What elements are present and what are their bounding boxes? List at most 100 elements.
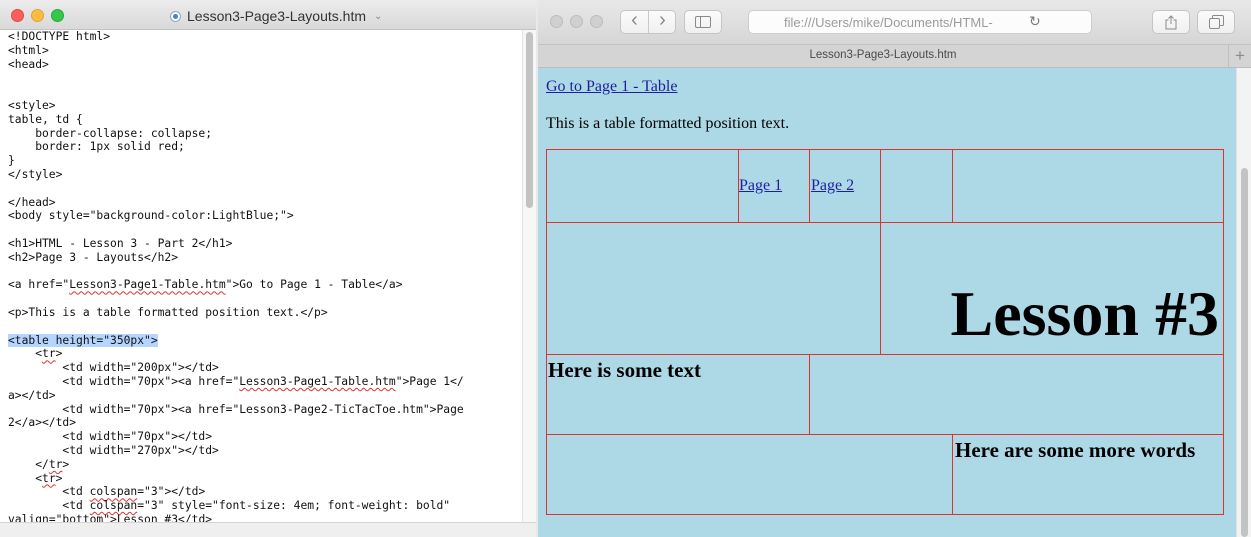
reload-icon[interactable]: ↻ (1029, 13, 1041, 30)
code-token: valign (8, 513, 49, 522)
code-text-area[interactable]: <!DOCTYPE html> <html> <head> <style> table,… (0, 30, 522, 522)
table-cell: Here are some more words (952, 434, 1224, 515)
document-icon (170, 10, 181, 22)
code-token: <style> (8, 99, 56, 112)
page-paragraph: This is a table formatted position text. (546, 115, 790, 132)
code-token: <td width="200px"></td> (8, 361, 219, 375)
code-token: <html> (8, 43, 49, 57)
code-token: colspan (89, 485, 138, 499)
more-words: Here are some more words (955, 438, 1196, 462)
close-window-icon[interactable] (550, 15, 563, 28)
code-line: </head> (8, 196, 56, 210)
code-token: ">Go to Page 1 - Table</a> (225, 278, 403, 292)
code-token: tr (42, 347, 56, 361)
code-token: </head> (8, 195, 56, 209)
table-cell: Lesson #3 (880, 222, 1224, 355)
close-window-icon[interactable] (11, 9, 24, 22)
share-button[interactable] (1152, 10, 1190, 34)
page-viewport: Go to Page 1 - Table This is a table for… (538, 68, 1236, 537)
code-line: <style> (8, 99, 56, 113)
code-token: <p>This is a table formatted position te… (8, 306, 328, 319)
code-token: > (55, 471, 63, 485)
zoom-window-icon[interactable] (590, 15, 603, 28)
zoom-window-icon[interactable] (51, 9, 64, 22)
some-text: Here is some text (548, 358, 701, 382)
page1-link[interactable]: Page 1 (739, 177, 782, 195)
code-token: 2</a></td> (8, 416, 77, 430)
share-icon (1165, 14, 1177, 29)
table-cell (546, 222, 881, 355)
code-token: <td width="70px"><a href=" (8, 375, 240, 388)
code-token: <td (8, 499, 90, 513)
minimize-window-icon[interactable] (31, 9, 44, 22)
code-token: a></td> (8, 388, 56, 402)
code-token: tr (42, 471, 56, 485)
code-line: <a href="Lesson3-Page1-Table.htm">Go to … (8, 278, 403, 292)
table-cell (809, 354, 1224, 435)
code-line: <td width="70px"><a href="Lesson3-Page2-… (8, 402, 464, 417)
tab-title[interactable]: Lesson3-Page3-Layouts.htm (538, 49, 1228, 61)
sidebar-icon (695, 16, 711, 28)
table-cell: Page 2 (809, 149, 881, 223)
code-line: <head> (8, 58, 49, 72)
code-line: <td colspan="3" style="font-size: 4em; f… (8, 499, 450, 513)
code-token: } (8, 154, 15, 168)
code-token: <td width="70px"></td> (8, 430, 213, 444)
code-line: <td width="70px"><a href="Lesson3-Page1-… (8, 375, 464, 389)
tabs-overview-button[interactable] (1197, 10, 1235, 34)
code-line: 2</a></td> (8, 416, 76, 430)
code-token: <td width="70px"><a href="Lesson3-Page2-… (8, 402, 464, 416)
browser-tab-bar: Lesson3-Page3-Layouts.htm + (538, 44, 1251, 68)
address-bar[interactable]: file:///Users/mike/Documents/HTML- ↻ (748, 10, 1092, 34)
sidebar-button[interactable] (684, 10, 722, 34)
code-token: <h1>HTML - Lesson 3 - Part 2</h1> (8, 237, 233, 250)
minimize-window-icon[interactable] (570, 15, 583, 28)
editor-bottom-edge (0, 522, 536, 537)
back-icon[interactable]: ‹ (621, 9, 648, 32)
code-token: tr (48, 457, 63, 471)
code-token: Lesson3-Page1-Table.htm (69, 278, 226, 292)
address-text[interactable]: file:///Users/mike/Documents/HTML- (784, 15, 993, 30)
browser-scrollbar[interactable] (1236, 68, 1251, 537)
code-line: <h2>Page 3 - Layouts</h2> (8, 251, 178, 265)
code-line: <body style="background-color:LightBlue;… (8, 209, 294, 223)
code-line: table, td { (8, 113, 83, 127)
code-line: <td width="270px"></td> (8, 444, 218, 458)
code-token: </ (8, 457, 49, 471)
table-cell (546, 149, 739, 223)
lesson-heading: Lesson #3 (950, 278, 1220, 349)
code-line: <td width="70px"></td> (8, 430, 212, 444)
new-tab-button[interactable]: + (1228, 45, 1251, 67)
code-token: <a href=" (8, 278, 70, 292)
code-line: } (8, 154, 15, 168)
editor-scrollbar-thumb[interactable] (526, 32, 533, 208)
code-token: > (62, 457, 70, 471)
code-line: <tr> (8, 472, 62, 486)
code-line: <p>This is a table formatted position te… (8, 306, 328, 320)
code-token: colspan (89, 499, 138, 513)
code-token: ="3"></td> (137, 485, 206, 499)
code-token: </style> (8, 168, 63, 181)
go-to-page1-link[interactable]: Go to Page 1 - Table (546, 78, 677, 96)
code-token: border-collapse: collapse; (8, 126, 213, 140)
table-cell (880, 149, 953, 223)
table-cell (952, 149, 1224, 223)
page2-link[interactable]: Page 2 (811, 177, 854, 195)
code-line: <tr> (8, 347, 62, 361)
forward-icon[interactable]: › (649, 9, 676, 32)
code-line: <h1>HTML - Lesson 3 - Part 2</h1> (8, 237, 232, 251)
editor-document-title[interactable]: Lesson3-Page3-Layouts.htm ⌄ (170, 6, 382, 26)
code-token: < (8, 347, 43, 361)
browser-scrollbar-thumb[interactable] (1241, 168, 1248, 537)
tabs-icon (1208, 15, 1224, 29)
code-token: Lesson3-Page1-Table.htm (239, 375, 396, 388)
table-cell (546, 434, 953, 515)
code-line: <td colspan="3"></td> (8, 485, 205, 499)
selected-code-text: <table height="350px"> (8, 333, 158, 347)
code-token: ">Page 1</ (395, 375, 464, 388)
code-token: <td (8, 485, 90, 499)
table-cell: Here is some text (546, 354, 810, 435)
editor-filename: Lesson3-Page3-Layouts.htm (187, 8, 366, 24)
code-line: valign="bottom">Lesson #3</td> (8, 513, 212, 522)
editor-scrollbar[interactable] (522, 30, 536, 522)
